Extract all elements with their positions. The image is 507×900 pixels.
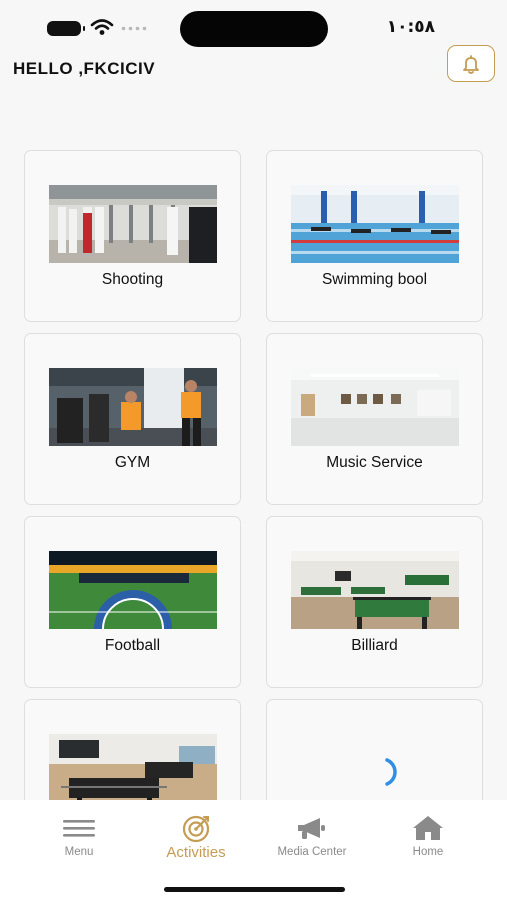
activity-label: Swimming bool bbox=[321, 271, 428, 288]
home-icon bbox=[413, 816, 443, 840]
shooting-image bbox=[49, 185, 217, 263]
activity-card-loading[interactable] bbox=[266, 699, 483, 800]
football-image bbox=[49, 551, 217, 629]
activity-card-table-football[interactable] bbox=[24, 699, 241, 800]
swimming-pool-image bbox=[291, 185, 459, 263]
nav-label-home: Home bbox=[412, 846, 444, 858]
activity-card-music-service[interactable]: Music Service bbox=[266, 333, 483, 505]
billiard-image bbox=[291, 551, 459, 629]
activity-card-football[interactable]: Football bbox=[24, 516, 241, 688]
nav-item-menu[interactable]: Menu bbox=[24, 800, 134, 870]
home-indicator[interactable] bbox=[164, 887, 345, 892]
menu-icon bbox=[63, 820, 95, 837]
music-service-image bbox=[291, 368, 459, 446]
bottom-navigation: Menu Activities Media Center Home bbox=[0, 800, 507, 900]
nav-item-home[interactable]: Home bbox=[373, 800, 483, 870]
loading-spinner-icon bbox=[385, 758, 397, 786]
nav-item-activities[interactable]: Activities bbox=[141, 800, 251, 870]
gym-image bbox=[49, 368, 217, 446]
nav-label-media-center: Media Center bbox=[277, 846, 347, 858]
nav-label-activities: Activities bbox=[166, 844, 226, 861]
activity-label: Billiard bbox=[351, 637, 398, 654]
activity-label: Shooting bbox=[101, 271, 164, 288]
activity-label: GYM bbox=[114, 454, 151, 471]
activity-card-billiard[interactable]: Billiard bbox=[266, 516, 483, 688]
table-football-image bbox=[49, 734, 217, 800]
activity-card-swimming[interactable]: Swimming bool bbox=[266, 150, 483, 322]
nav-item-media-center[interactable]: Media Center bbox=[257, 800, 367, 870]
nav-label-menu: Menu bbox=[64, 846, 94, 858]
activity-label: Music Service bbox=[326, 454, 423, 471]
activity-card-shooting[interactable]: Shooting bbox=[24, 150, 241, 322]
activity-label: Football bbox=[104, 637, 161, 654]
megaphone-icon bbox=[298, 818, 325, 839]
target-icon bbox=[182, 815, 210, 842]
activity-card-gym[interactable]: GYM bbox=[24, 333, 241, 505]
activities-grid: Shooting Swimming bool GYM Music Service… bbox=[0, 0, 507, 800]
